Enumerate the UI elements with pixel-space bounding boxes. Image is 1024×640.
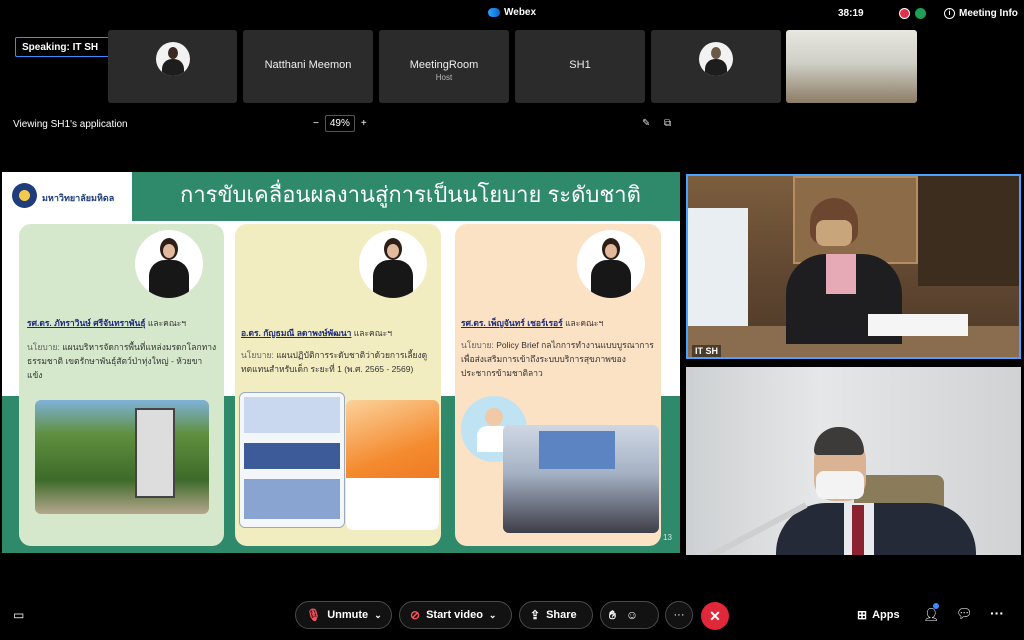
- slide-title: การขับเคลื่อนผลงานสู่การเป็นนโยบาย ระดับ…: [180, 182, 641, 207]
- chevron-down-icon[interactable]: ⌄: [374, 610, 382, 621]
- participant-tile-sh1[interactable]: SH1: [515, 30, 645, 103]
- policy-card: อ.ดร. กัญธมณี ลดาพงษ์พัฒนา และคณะฯ นโยบา…: [235, 224, 441, 546]
- apps-icon: ⊞: [857, 608, 868, 622]
- participant-role: Host: [435, 73, 453, 82]
- recording-icon[interactable]: [899, 8, 910, 19]
- researcher-name: รศ.ดร. ภัทราวินษ์ ศรีจันทราพันธุ์ และคณะ…: [27, 318, 187, 328]
- desk-nameplate: [868, 314, 968, 336]
- zoom-out-button[interactable]: −: [313, 118, 319, 129]
- leave-meeting-button[interactable]: ✕: [701, 602, 729, 630]
- start-video-button[interactable]: ⊘ Start video ⌄: [399, 601, 512, 629]
- speaking-indicator: Speaking: IT SH: [15, 37, 112, 57]
- more-icon: ···: [673, 609, 685, 621]
- video-tile-it-sh[interactable]: IT SH: [686, 174, 1021, 359]
- chat-icon[interactable]: 💬︎: [956, 606, 973, 622]
- chevron-down-icon[interactable]: ⌄: [489, 610, 497, 621]
- participant-video-thumbnail[interactable]: [786, 30, 917, 103]
- apps-label: Apps: [872, 609, 900, 621]
- reactions-group: ✋︎ ☺: [600, 601, 659, 629]
- start-video-label: Start video: [426, 609, 483, 621]
- participant-avatar: [699, 42, 733, 76]
- participant-name: MeetingRoom: [409, 59, 479, 71]
- participant-tile[interactable]: [108, 30, 237, 103]
- policy-text: นโยบาย: Policy Brief กลไกการทำงานแบบบูรณ…: [461, 340, 654, 378]
- researcher-photo: [359, 230, 427, 298]
- apps-button[interactable]: ⊞ Apps: [857, 608, 900, 622]
- muted-mic-icon: 🎙︎: [306, 608, 322, 622]
- video-name-label: IT SH: [692, 345, 722, 357]
- zoom-in-button[interactable]: +: [361, 118, 367, 129]
- researcher-name: อ.ดร. กัญธมณี ลดาพงษ์พัฒนา และคณะฯ: [241, 328, 392, 338]
- policy-card: รศ.ดร. ภัทราวินษ์ ศรีจันทราพันธุ์ และคณะ…: [19, 224, 224, 546]
- unmute-button[interactable]: 🎙︎ Unmute ⌄: [295, 601, 392, 629]
- policy-text: นโยบาย: แผนบริหารจัดการพื้นที่แหล่งมรดกโ…: [27, 342, 217, 380]
- share-button[interactable]: ⇪ Share: [519, 601, 593, 629]
- group-photo: [503, 425, 659, 533]
- notification-badge: [933, 603, 939, 609]
- captions-icon[interactable]: ▭: [13, 608, 24, 622]
- zoom-level[interactable]: 49%: [324, 115, 355, 132]
- fullscreen-icon[interactable]: ⧉: [664, 118, 671, 129]
- researcher-photo: [577, 230, 645, 298]
- close-icon: ✕: [709, 607, 721, 624]
- video-tile[interactable]: [686, 367, 1021, 555]
- meeting-info-button[interactable]: i Meeting Info: [944, 8, 1018, 19]
- policy-card: รศ.ดร. เพ็ญจันทร์ เชอร์เรอร์ และคณะฯ นโย…: [455, 224, 661, 546]
- more-right-icon[interactable]: ···: [990, 605, 1004, 621]
- more-options-button[interactable]: ···: [665, 601, 693, 629]
- researcher-name: รศ.ดร. เพ็ญจันทร์ เชอร์เรอร์ และคณะฯ: [461, 318, 604, 328]
- participant-name: Natthani Meemon: [264, 59, 352, 71]
- researcher-photo: [135, 230, 203, 298]
- participant-avatar: [155, 42, 190, 76]
- video-off-icon: ⊘: [410, 608, 421, 622]
- participant-tile-meetingroom[interactable]: MeetingRoom Host: [379, 30, 509, 103]
- meeting-info-label: Meeting Info: [959, 8, 1018, 19]
- unmute-label: Unmute: [327, 609, 369, 621]
- share-label: Share: [546, 609, 577, 621]
- participants-icon[interactable]: 👤︎: [923, 607, 940, 623]
- university-logo: มหาวิทยาลัยมหิดล: [2, 172, 132, 221]
- app-title: Webex: [488, 7, 536, 18]
- university-name: มหาวิทยาลัยมหิดล: [42, 193, 115, 203]
- emoji-reaction-icon[interactable]: ☺: [626, 608, 638, 622]
- shared-slide: มหาวิทยาลัยมหิดล การขับเคลื่อนผลงานสู่กา…: [2, 172, 680, 553]
- university-seal-icon: [12, 183, 37, 208]
- heritage-site-photo: [35, 400, 209, 514]
- app-title-text: Webex: [504, 7, 537, 18]
- participant-tile[interactable]: [651, 30, 781, 103]
- participant-name: SH1: [569, 59, 591, 71]
- annotate-icon[interactable]: ✎: [642, 118, 650, 129]
- network-health-icon[interactable]: [915, 8, 926, 19]
- participant-tile-natthani[interactable]: Natthani Meemon: [243, 30, 373, 103]
- online-event-collage: [239, 392, 345, 528]
- monument-sign: [135, 408, 175, 498]
- policy-document-cover: [346, 400, 439, 530]
- share-icon: ⇪: [530, 608, 541, 622]
- viewing-label: Viewing SH1's application: [13, 119, 128, 130]
- policy-text: นโยบาย: แผนปฏิบัติการระดับชาติว่าด้วยการ…: [241, 350, 428, 374]
- trophy-shelf: [918, 176, 1019, 286]
- background-board: [688, 208, 748, 336]
- info-icon: i: [944, 8, 955, 19]
- webex-logo-icon: [488, 8, 500, 17]
- zoom-control: − 49% +: [313, 115, 367, 132]
- participant-person: [770, 425, 1020, 555]
- slide-page-number: 13: [663, 533, 672, 542]
- meeting-timer: 38:19: [838, 8, 864, 19]
- raise-hand-icon[interactable]: ✋︎: [609, 608, 616, 623]
